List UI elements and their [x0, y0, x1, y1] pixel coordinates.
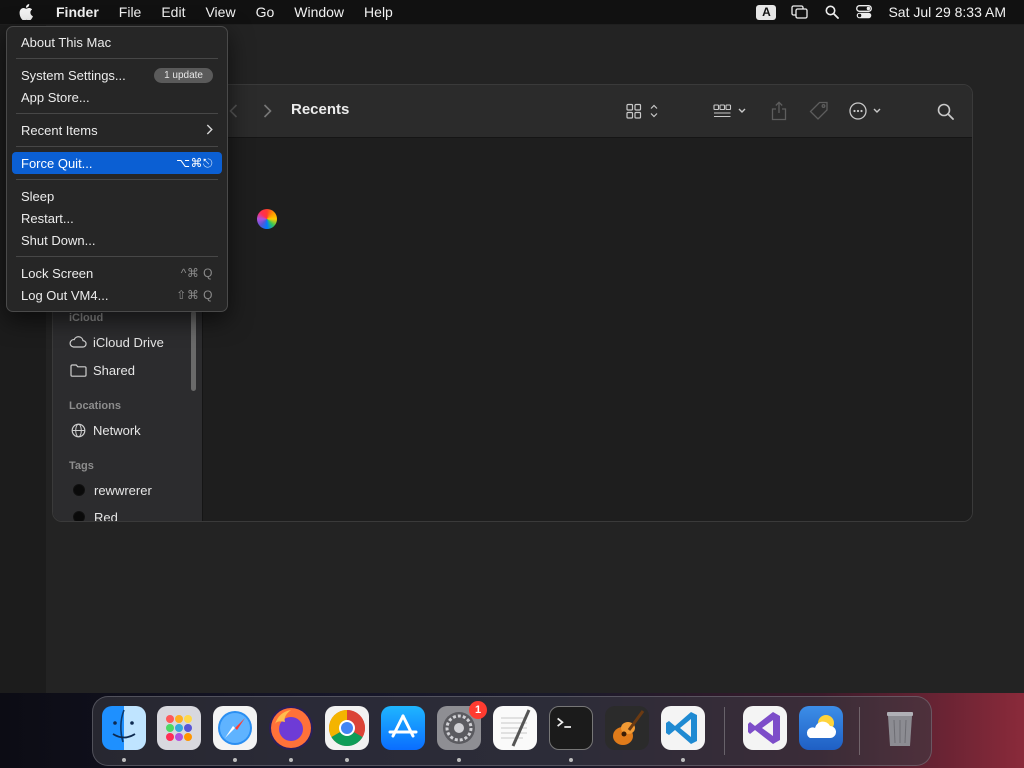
update-badge: 1 update [154, 67, 213, 83]
control-center-icon[interactable] [854, 2, 874, 22]
forward-button[interactable] [257, 99, 277, 123]
menu-item-force-quit[interactable]: Force Quit... ⌥⌘⎋ [12, 152, 222, 174]
dock-running-indicator [457, 758, 461, 762]
sidebar-section-tags: Tags [69, 460, 94, 472]
dock: 1 [92, 696, 932, 766]
chevron-right-icon [206, 123, 213, 138]
tag-icon[interactable] [807, 99, 831, 123]
sidebar-item-label: Network [93, 422, 141, 438]
menu-item-label: Recent Items [21, 122, 98, 138]
lock-screen-shortcut: ^⌘ Q [180, 266, 213, 280]
menu-separator [16, 146, 218, 147]
garageband-icon[interactable] [605, 706, 649, 750]
menu-item-label: Log Out VM4... [21, 287, 109, 303]
finder-icon[interactable] [102, 706, 146, 750]
menu-separator [16, 179, 218, 180]
menu-item-label: System Settings... [21, 67, 126, 83]
menu-item-lock-screen[interactable]: Lock Screen ^⌘ Q [12, 262, 222, 284]
dock-running-indicator [122, 758, 126, 762]
menu-item-restart[interactable]: Restart... [12, 207, 222, 229]
sidebar-item-label: iCloud Drive [93, 334, 164, 350]
menu-help[interactable]: Help [354, 0, 403, 24]
sidebar-item-label: Red [94, 509, 118, 522]
sidebar-section-locations: Locations [69, 400, 121, 412]
terminal-icon[interactable] [549, 706, 593, 750]
trash-icon[interactable] [878, 706, 922, 750]
menu-item-label: Lock Screen [21, 265, 94, 281]
apple-menu-icon[interactable] [18, 4, 34, 20]
menu-edit[interactable]: Edit [151, 0, 195, 24]
menu-item-sleep[interactable]: Sleep [12, 185, 222, 207]
weather-icon[interactable] [799, 706, 843, 750]
loading-spinner-icon [257, 209, 277, 229]
group-by-button[interactable] [711, 99, 751, 123]
dock-separator [859, 707, 860, 755]
menu-item-system-settings[interactable]: System Settings... 1 update [12, 64, 222, 86]
sidebar-tag-item[interactable]: rewwrerer [69, 479, 152, 501]
dock-running-indicator [345, 758, 349, 762]
sidebar-item-shared[interactable]: Shared [69, 359, 135, 381]
dock-separator [724, 707, 725, 755]
vscode-icon[interactable] [661, 706, 705, 750]
menu-item-app-store[interactable]: App Store... [12, 86, 222, 108]
globe-icon [69, 421, 87, 439]
input-source-indicator[interactable]: A [756, 4, 777, 20]
menu-item-about-this-mac[interactable]: About This Mac [12, 31, 222, 53]
window-title: Recents [291, 101, 350, 118]
menu-view[interactable]: View [195, 0, 245, 24]
menu-separator [16, 58, 218, 59]
textedit-icon[interactable] [493, 706, 537, 750]
firefox-icon[interactable] [269, 706, 313, 750]
sidebar-item-icloud-drive[interactable]: iCloud Drive [69, 331, 164, 353]
force-quit-shortcut: ⌥⌘⎋ [176, 155, 213, 170]
menu-go[interactable]: Go [246, 0, 285, 24]
log-out-shortcut: ⇧⌘ Q [176, 288, 213, 302]
launchpad-icon[interactable] [157, 706, 201, 750]
menu-separator [16, 256, 218, 257]
menu-bar-status-area: A Sat Jul 29 8:33 AM [756, 0, 1024, 24]
menu-app-name[interactable]: Finder [46, 0, 109, 24]
menu-bar: Finder File Edit View Go Window Help A S… [0, 0, 1024, 24]
menu-bar-clock[interactable]: Sat Jul 29 8:33 AM [888, 4, 1006, 20]
sidebar-item-network[interactable]: Network [69, 419, 141, 441]
menu-window[interactable]: Window [284, 0, 354, 24]
sidebar-item-label: Shared [93, 362, 135, 378]
menu-item-shut-down[interactable]: Shut Down... [12, 229, 222, 251]
menu-item-label: About This Mac [21, 34, 112, 50]
spotlight-search-icon[interactable] [822, 2, 842, 22]
menu-item-label: Shut Down... [21, 232, 96, 248]
menu-separator [16, 113, 218, 114]
screen-mirroring-icon[interactable] [790, 2, 810, 22]
cloud-icon [69, 333, 87, 351]
visual-studio-icon[interactable] [743, 706, 787, 750]
shared-folder-icon [69, 361, 87, 379]
menu-item-label: Sleep [21, 188, 55, 204]
sidebar-tag-item[interactable]: Red [69, 506, 118, 522]
menu-item-label: Restart... [21, 210, 74, 226]
dock-running-indicator [569, 758, 573, 762]
menu-item-label: App Store... [21, 89, 90, 105]
menu-item-log-out[interactable]: Log Out VM4... ⇧⌘ Q [12, 284, 222, 306]
finder-content-area[interactable] [203, 138, 972, 521]
sidebar-section-icloud: iCloud [69, 312, 104, 324]
sidebar-item-label: rewwrerer [94, 482, 152, 498]
apple-menu-dropdown: About This Mac System Settings... 1 upda… [6, 26, 228, 312]
menu-item-recent-items[interactable]: Recent Items [12, 119, 222, 141]
menu-item-label: Force Quit... [21, 155, 93, 171]
dock-running-indicator [681, 758, 685, 762]
safari-icon[interactable] [213, 706, 257, 750]
search-icon[interactable] [933, 99, 957, 123]
menu-file[interactable]: File [109, 0, 152, 24]
dock-running-indicator [289, 758, 293, 762]
notification-badge: 1 [469, 701, 487, 719]
share-icon[interactable] [767, 99, 791, 123]
tag-color-dot [73, 511, 85, 521]
more-actions-button[interactable] [847, 99, 887, 123]
chrome-icon[interactable] [325, 706, 369, 750]
app-store-icon[interactable] [381, 706, 425, 750]
tag-color-dot [73, 484, 85, 496]
dock-running-indicator [233, 758, 237, 762]
sidebar-scrollbar[interactable] [191, 311, 196, 391]
view-mode-button[interactable] [623, 99, 663, 123]
